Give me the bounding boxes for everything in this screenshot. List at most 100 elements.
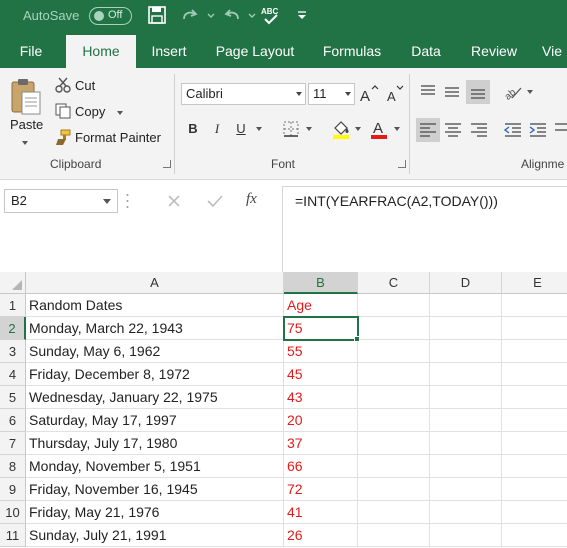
date-cell[interactable]: Friday, November 16, 1945: [26, 478, 284, 501]
select-all-corner[interactable]: [0, 272, 26, 294]
tab-review[interactable]: Review: [464, 32, 524, 68]
clipboard-launcher-icon[interactable]: [163, 160, 171, 168]
wrap-text-icon[interactable]: [553, 120, 567, 140]
align-right-icon[interactable]: [468, 120, 490, 140]
row-header[interactable]: 4: [0, 363, 26, 386]
font-color-dropdown-icon[interactable]: [394, 127, 400, 131]
empty-cell[interactable]: [430, 386, 502, 409]
empty-cell[interactable]: [502, 386, 567, 409]
tab-file[interactable]: File: [8, 32, 54, 68]
date-cell[interactable]: Friday, May 21, 1976: [26, 501, 284, 524]
tab-formulas[interactable]: Formulas: [316, 32, 388, 68]
tab-view[interactable]: Vie: [542, 32, 567, 68]
cut-label[interactable]: Cut: [75, 78, 95, 93]
age-cell[interactable]: 75: [284, 317, 358, 340]
orientation-dropdown-icon[interactable]: [527, 90, 533, 94]
font-launcher-icon[interactable]: [398, 160, 406, 168]
font-size-select[interactable]: 11: [308, 83, 355, 105]
orientation-icon[interactable]: ab: [502, 82, 524, 103]
font-family-select[interactable]: Calibri: [181, 83, 306, 105]
empty-cell[interactable]: [502, 524, 567, 547]
date-cell[interactable]: Thursday, July 17, 1980: [26, 432, 284, 455]
date-cell[interactable]: Friday, December 8, 1972: [26, 363, 284, 386]
customize-qat-icon[interactable]: [296, 5, 318, 27]
empty-cell[interactable]: [358, 294, 430, 317]
empty-cell[interactable]: [358, 386, 430, 409]
underline-button[interactable]: U: [230, 118, 252, 140]
insert-function-icon[interactable]: fx: [246, 191, 268, 211]
tab-insert[interactable]: Insert: [144, 32, 194, 68]
header-cell-random-dates[interactable]: Random Dates: [26, 294, 284, 317]
row-header[interactable]: 7: [0, 432, 26, 455]
tab-data[interactable]: Data: [404, 32, 448, 68]
age-cell[interactable]: 26: [284, 524, 358, 547]
date-cell[interactable]: Sunday, July 21, 1991: [26, 524, 284, 547]
fill-color-icon[interactable]: [330, 118, 352, 140]
empty-cell[interactable]: [358, 363, 430, 386]
date-cell[interactable]: Saturday, May 17, 1997: [26, 409, 284, 432]
underline-dropdown-icon[interactable]: [256, 127, 262, 131]
empty-cell[interactable]: [430, 524, 502, 547]
date-cell[interactable]: Wednesday, January 22, 1975: [26, 386, 284, 409]
age-cell[interactable]: 20: [284, 409, 358, 432]
row-header[interactable]: 3: [0, 340, 26, 363]
column-header-d[interactable]: D: [430, 272, 502, 294]
empty-cell[interactable]: [430, 432, 502, 455]
empty-cell[interactable]: [430, 455, 502, 478]
header-cell-age[interactable]: Age: [284, 294, 358, 317]
date-cell[interactable]: Monday, March 22, 1943: [26, 317, 284, 340]
grow-font-icon[interactable]: A: [358, 83, 380, 105]
paste-icon[interactable]: [8, 78, 44, 116]
align-middle-icon[interactable]: [442, 82, 462, 102]
empty-cell[interactable]: [502, 478, 567, 501]
empty-cell[interactable]: [358, 455, 430, 478]
empty-cell[interactable]: [430, 478, 502, 501]
row-header[interactable]: 5: [0, 386, 26, 409]
empty-cell[interactable]: [502, 294, 567, 317]
tab-home[interactable]: Home: [66, 35, 136, 68]
row-header[interactable]: 9: [0, 478, 26, 501]
column-header-c[interactable]: C: [358, 272, 430, 294]
empty-cell[interactable]: [502, 455, 567, 478]
scissors-icon[interactable]: [54, 76, 72, 94]
paste-label[interactable]: Paste: [10, 117, 43, 132]
empty-cell[interactable]: [358, 340, 430, 363]
row-header[interactable]: 2: [0, 317, 26, 340]
empty-cell[interactable]: [358, 409, 430, 432]
enter-check-icon[interactable]: [206, 193, 224, 209]
empty-cell[interactable]: [502, 317, 567, 340]
align-bottom-icon[interactable]: [466, 80, 490, 104]
align-left-icon[interactable]: [416, 118, 440, 142]
empty-cell[interactable]: [502, 363, 567, 386]
column-header-b[interactable]: B: [284, 272, 358, 294]
paste-dropdown-icon[interactable]: [22, 141, 28, 145]
date-cell[interactable]: Monday, November 5, 1951: [26, 455, 284, 478]
bold-button[interactable]: B: [182, 118, 204, 140]
cancel-icon[interactable]: [166, 193, 182, 209]
age-cell[interactable]: 37: [284, 432, 358, 455]
age-cell[interactable]: 55: [284, 340, 358, 363]
empty-cell[interactable]: [430, 409, 502, 432]
empty-cell[interactable]: [430, 340, 502, 363]
name-box[interactable]: B2: [4, 189, 118, 213]
row-header[interactable]: 10: [0, 501, 26, 524]
copy-dropdown-icon[interactable]: [117, 111, 123, 115]
tab-page-layout[interactable]: Page Layout: [210, 32, 300, 68]
spelling-icon[interactable]: ABC: [260, 5, 282, 27]
empty-cell[interactable]: [502, 340, 567, 363]
align-center-icon[interactable]: [442, 120, 464, 140]
empty-cell[interactable]: [430, 501, 502, 524]
empty-cell[interactable]: [502, 432, 567, 455]
row-header[interactable]: 1: [0, 294, 26, 317]
row-header[interactable]: 6: [0, 409, 26, 432]
font-color-icon[interactable]: A: [368, 118, 390, 140]
autosave-toggle[interactable]: Off: [89, 7, 132, 25]
age-cell[interactable]: 43: [284, 386, 358, 409]
age-cell[interactable]: 41: [284, 501, 358, 524]
empty-cell[interactable]: [430, 317, 502, 340]
increase-indent-icon[interactable]: [527, 120, 549, 140]
row-header[interactable]: 11: [0, 524, 26, 547]
empty-cell[interactable]: [430, 294, 502, 317]
borders-dropdown-icon[interactable]: [306, 127, 312, 131]
copy-icon[interactable]: [54, 102, 72, 120]
